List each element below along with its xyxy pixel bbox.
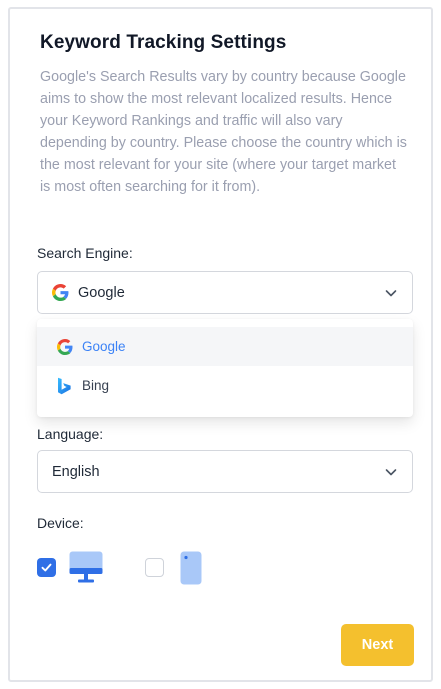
device-label: Device: [37,515,84,531]
option-google-label: Google [82,339,126,354]
desktop-checkbox[interactable] [37,558,56,577]
language-value: English [52,463,100,480]
search-engine-dropdown: Google Bing [37,319,413,417]
settings-panel: Keyword Tracking Settings Google's Searc… [8,7,433,682]
bing-icon [55,376,75,396]
option-bing-label: Bing [82,378,110,393]
language-label: Language: [37,426,104,442]
option-google[interactable]: Google [37,327,413,366]
google-icon [55,337,75,357]
chevron-down-icon [384,465,398,479]
search-engine-value: Google [78,284,125,301]
next-button[interactable]: Next [341,624,414,666]
mobile-checkbox[interactable] [145,558,164,577]
option-bing[interactable]: Bing [37,366,413,405]
checkmark-icon [41,563,52,572]
page-title: Keyword Tracking Settings [40,32,287,53]
desktop-icon[interactable] [69,551,103,584]
search-engine-label: Search Engine: [37,245,133,261]
mobile-icon[interactable] [180,551,202,585]
search-engine-select[interactable]: Google [37,271,413,314]
page-description: Google's Search Results vary by country … [40,69,407,195]
chevron-down-icon [384,286,398,300]
google-icon [52,284,69,301]
language-select[interactable]: English [37,450,413,493]
